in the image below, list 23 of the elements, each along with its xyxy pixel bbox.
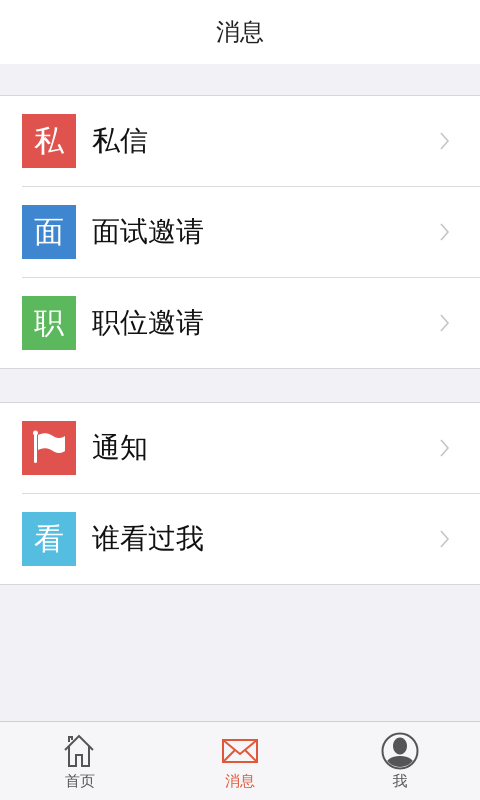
chevron-icon: [440, 439, 450, 457]
category-badge: 面: [22, 205, 76, 259]
menu-item-label: 面试邀请: [92, 214, 205, 250]
menu-item-label: 私信: [92, 123, 149, 159]
menu-item[interactable]: 私 私信: [22, 96, 480, 187]
chevron-icon: [440, 530, 450, 548]
category-badge: 看: [22, 512, 76, 566]
tab[interactable]: 我: [320, 722, 480, 800]
chevron-icon: [440, 132, 450, 150]
menu-item[interactable]: 面 面试邀请: [22, 187, 480, 278]
chevron-icon: [440, 223, 450, 241]
category-badge: 私: [22, 114, 76, 168]
tab[interactable]: 首页: [0, 722, 160, 800]
menu-item[interactable]: 看 谁看过我: [22, 494, 480, 584]
screen-title: 消息: [216, 17, 264, 48]
category-badge: 职: [22, 296, 76, 350]
menu-item-label: 谁看过我: [92, 521, 205, 557]
chevron-icon: [440, 314, 450, 332]
menu-item[interactable]: 职 职位邀请: [22, 278, 480, 368]
menu-item-label: 职位邀请: [92, 305, 205, 341]
menu-item[interactable]: 通知: [22, 403, 480, 494]
menu-item-label: 通知: [92, 430, 149, 466]
person-icon: [381, 732, 419, 770]
